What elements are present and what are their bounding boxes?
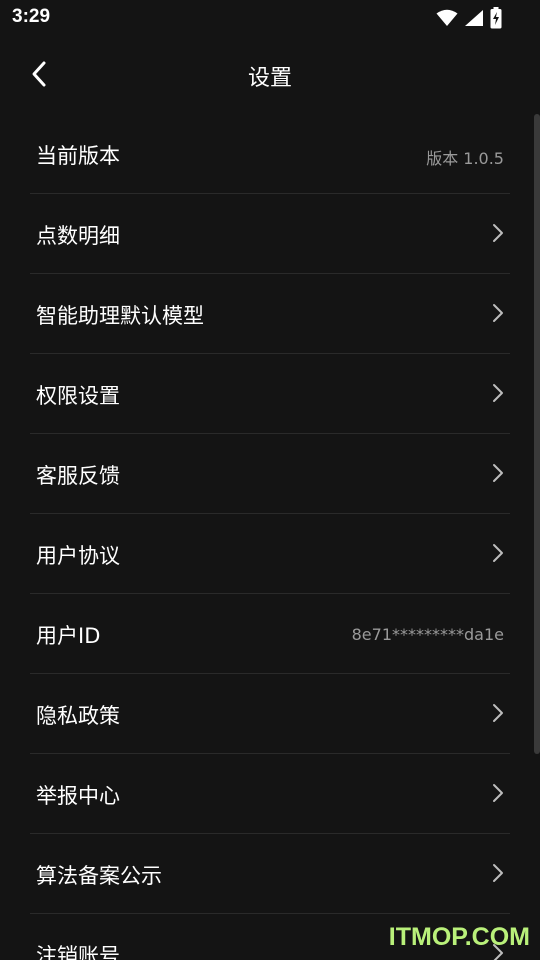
nav-bar: 设置 (0, 40, 540, 112)
settings-item-permissions[interactable]: 权限设置 (30, 354, 510, 434)
row-label: 用户协议 (36, 544, 120, 568)
chevron-right-icon (493, 784, 503, 802)
settings-item-default-model[interactable]: 智能助理默认模型 (30, 274, 510, 354)
settings-item-report-center[interactable]: 举报中心 (30, 754, 510, 834)
chevron-right-icon (493, 464, 503, 482)
settings-item-feedback[interactable]: 客服反馈 (30, 434, 510, 514)
chevron-right-icon (493, 864, 503, 882)
row-label: 注销账号 (36, 944, 120, 960)
row-label: 用户ID (36, 624, 101, 648)
status-time: 3:29 (12, 6, 51, 27)
row-label: 当前版本 (36, 144, 120, 168)
chevron-right-icon (493, 544, 503, 562)
status-icons (436, 7, 502, 29)
row-label: 算法备案公示 (36, 864, 162, 888)
settings-item-user-agreement[interactable]: 用户协议 (30, 514, 510, 594)
settings-list: 当前版本 版本 1.0.5 点数明细 智能助理默认模型 权限设置 客服反馈 用户… (0, 114, 540, 960)
row-label: 客服反馈 (36, 464, 120, 488)
settings-item-points-detail[interactable]: 点数明细 (30, 194, 510, 274)
chevron-right-icon (493, 224, 503, 242)
row-value: 8e71*********da1e (351, 625, 504, 644)
signal-icon (464, 9, 484, 27)
battery-charging-icon (490, 7, 502, 29)
chevron-right-icon (493, 704, 503, 722)
row-label: 隐私政策 (36, 704, 120, 728)
page-title: 设置 (247, 66, 292, 91)
chevron-right-icon (493, 304, 503, 322)
row-label: 点数明细 (36, 224, 120, 248)
row-value: 版本 1.0.5 (426, 149, 504, 168)
row-label: 智能助理默认模型 (36, 304, 204, 328)
row-label: 举报中心 (36, 784, 120, 808)
scrollbar[interactable] (534, 114, 540, 754)
settings-item-privacy-policy[interactable]: 隐私政策 (30, 674, 510, 754)
watermark: ITMOP.COM (388, 923, 530, 951)
row-label: 权限设置 (36, 384, 120, 408)
wifi-icon (436, 9, 458, 27)
settings-item-current-version[interactable]: 当前版本 版本 1.0.5 (30, 114, 510, 194)
settings-item-user-id[interactable]: 用户ID 8e71*********da1e (30, 594, 510, 674)
settings-item-algorithm-filing[interactable]: 算法备案公示 (30, 834, 510, 914)
chevron-right-icon (493, 384, 503, 402)
status-bar: 3:29 (0, 0, 540, 36)
settings-screen: 3:29 设置 当前版本 版本 1.0.5 点数明细 智能助理默认模型 权限设置… (0, 0, 540, 960)
